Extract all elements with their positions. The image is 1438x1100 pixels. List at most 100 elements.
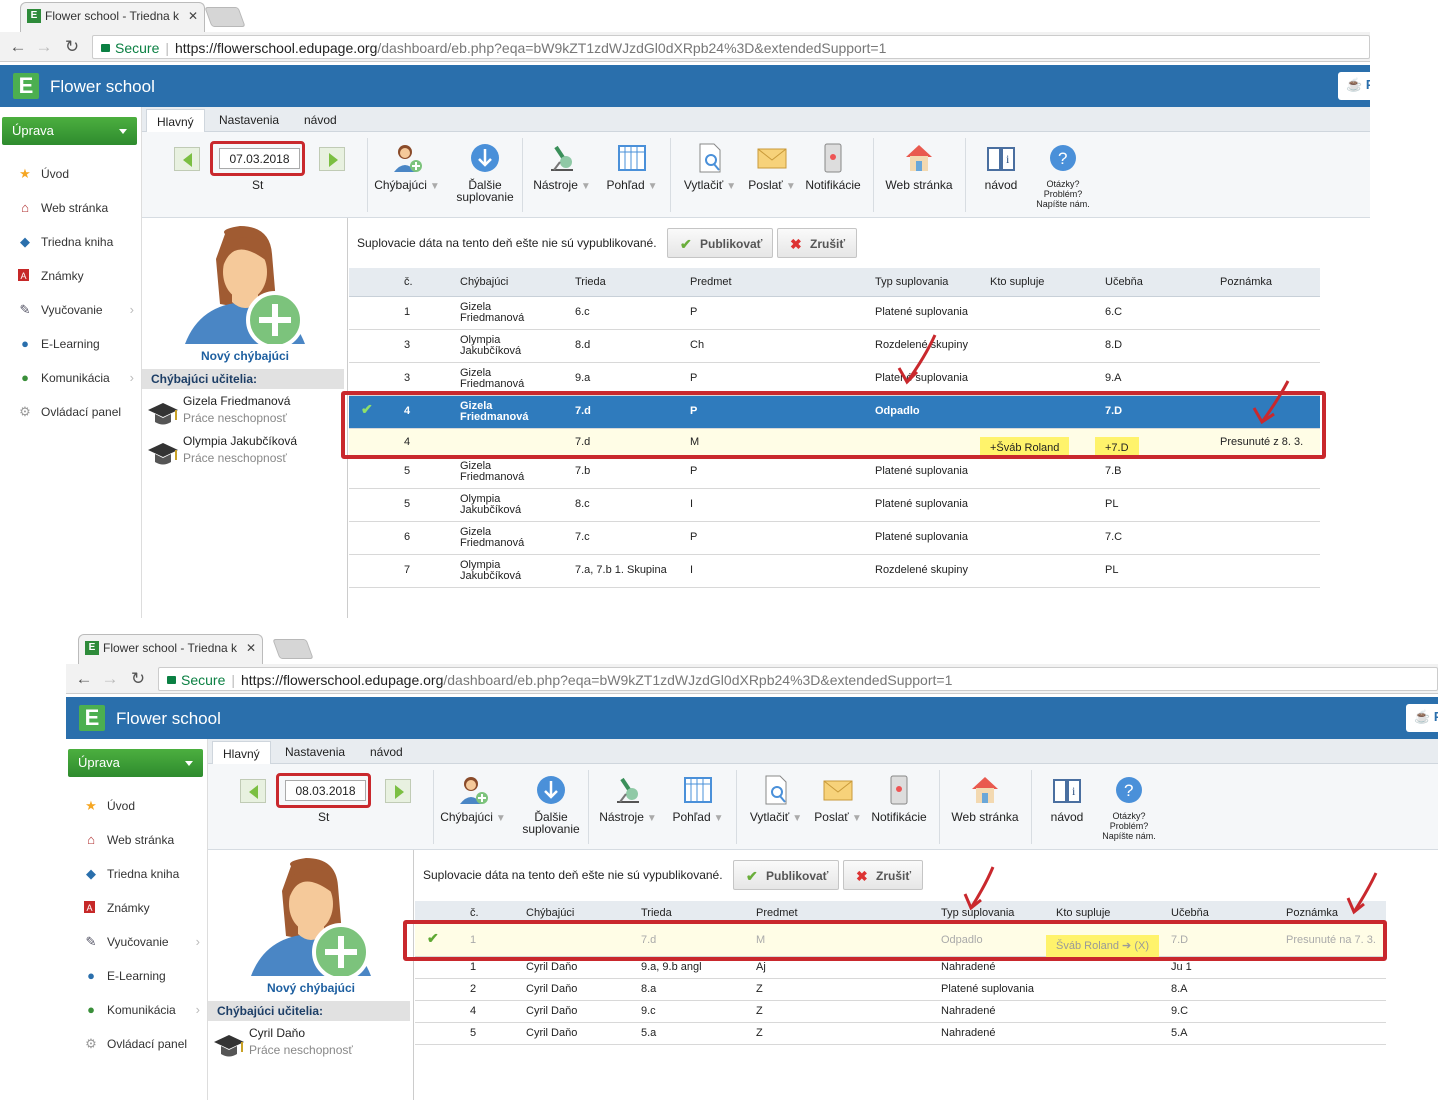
chevron-right-icon: › xyxy=(195,934,200,949)
notifications-tool[interactable]: Notifikácie xyxy=(864,774,934,823)
cancel-button[interactable]: ✖ Zrušiť xyxy=(777,228,857,258)
help-tool[interactable]: ? Otázky? Problém? Napíšte nám. xyxy=(1094,774,1164,841)
new-tab-button[interactable] xyxy=(204,7,246,27)
absent-last-name: Friedmanová xyxy=(460,312,525,324)
table-row[interactable]: 3 Olympia Jakubčíková 8.d Ch Rozdelené skupin… xyxy=(349,330,1320,363)
close-tab-icon[interactable]: ✕ xyxy=(188,9,198,23)
next-substitution-tool[interactable]: Ďalšie suplovanie xyxy=(450,142,520,203)
edupage-logo-icon[interactable]: E xyxy=(13,73,39,99)
browser-tab[interactable]: E Flower school - Triedna k ✕ xyxy=(78,634,263,664)
web-page-tool[interactable]: Web stránka xyxy=(948,774,1022,823)
top-right-button[interactable]: ☕ P xyxy=(1338,72,1370,100)
tab-nastavenia[interactable]: Nastavenia xyxy=(285,745,345,759)
publish-button[interactable]: ✔ Publikovať xyxy=(667,228,773,258)
cup-icon: ☕ xyxy=(1346,77,1366,92)
sidebar-item-vyucovanie[interactable]: ✎ Vyučovanie › xyxy=(66,925,208,959)
forward-icon[interactable]: → xyxy=(100,669,120,689)
next-substitution-tool[interactable]: Ďalšie suplovanie xyxy=(516,774,586,835)
sidebar-item-komunikacia[interactable]: ● Komunikácia › xyxy=(0,361,142,395)
guide-tool[interactable]: i návod xyxy=(966,142,1036,191)
browser-tab[interactable]: E Flower school - Triedna k ✕ xyxy=(20,2,205,32)
edit-dropdown-button[interactable]: Úprava xyxy=(2,117,137,145)
sidebar-item-triedna-kniha[interactable]: ◆ Triedna kniha xyxy=(66,857,208,891)
tab-navod[interactable]: návod xyxy=(370,745,403,759)
table-row[interactable]: 2 Cyril Daňo 8.a Z Platené suplovania 8.A xyxy=(415,979,1386,1001)
book-icon: ◆ xyxy=(20,234,30,249)
sidebar-item-web[interactable]: ⌂ Web stránka xyxy=(66,823,208,857)
info-book-icon: i xyxy=(1051,774,1083,806)
dropdown-arrow-icon: ▼ xyxy=(851,813,862,824)
sidebar-item-web[interactable]: ⌂ Web stránka xyxy=(0,191,142,225)
edupage-logo-icon[interactable]: E xyxy=(79,705,105,731)
person-add-icon xyxy=(457,774,489,806)
new-absent-avatar-icon[interactable] xyxy=(246,856,376,981)
edit-button-label: Úprava xyxy=(78,755,120,770)
help-tool[interactable]: ? Otázky? Problém? Napíšte nám. xyxy=(1028,142,1098,209)
absent-teacher-item[interactable]: Gizela Friedmanová Práce neschopnosť xyxy=(146,394,346,434)
previous-day-button[interactable] xyxy=(174,147,200,171)
back-icon[interactable]: ← xyxy=(74,669,94,689)
sidebar-item-vyucovanie[interactable]: ✎ Vyučovanie › xyxy=(0,293,142,327)
table-row[interactable]: 4 Cyril Daňo 9.c Z Nahradené 9.C xyxy=(415,1001,1386,1023)
reload-icon[interactable]: ↻ xyxy=(62,37,82,57)
new-absent-link[interactable]: Nový chýbajúci xyxy=(142,349,348,363)
sidebar-item-znamky[interactable]: A Známky xyxy=(66,891,208,925)
top-right-button[interactable]: ☕ P xyxy=(1406,704,1438,732)
sidebar-item-elearning[interactable]: ● E-Learning xyxy=(66,959,208,993)
table-row[interactable]: 1 Gizela Friedmanová 6.c P Platené suplovania… xyxy=(349,297,1320,330)
next-day-button[interactable] xyxy=(385,779,411,803)
back-icon[interactable]: ← xyxy=(8,37,28,57)
next-day-button[interactable] xyxy=(319,147,345,171)
print-tool[interactable]: Vytlačiť ▼ xyxy=(741,774,811,825)
sidebar-item-triedna-kniha[interactable]: ◆ Triedna kniha xyxy=(0,225,142,259)
guide-tool[interactable]: i návod xyxy=(1032,774,1102,823)
web-page-tool[interactable]: Web stránka xyxy=(882,142,956,191)
graduation-cap-icon xyxy=(148,443,178,465)
col-header: Poznámka xyxy=(1220,276,1272,288)
url-input[interactable]: Secure | https://flowerschool.edupage.org/… xyxy=(158,667,1438,691)
table-row[interactable]: 7 Olympia Jakubčíková 7.a, 7.b 1. Skupina I R… xyxy=(349,555,1320,588)
view-tool[interactable]: Pohľad ▼ xyxy=(597,142,667,193)
cell-subj: P xyxy=(690,531,698,543)
cancel-button[interactable]: ✖ Zrušiť xyxy=(843,860,923,890)
absent-tool[interactable]: Chýbajúci ▼ xyxy=(372,142,442,193)
table-row[interactable]: 5 Gizela Friedmanová 7.b P Platené suplovania… xyxy=(349,456,1320,489)
view-tool[interactable]: Pohľad ▼ xyxy=(663,774,733,825)
table-row[interactable]: 5 Olympia Jakubčíková 8.c I Platené suplovani… xyxy=(349,489,1320,522)
sidebar-item-elearning[interactable]: ● E-Learning xyxy=(0,327,142,361)
tab-hlavny[interactable]: Hlavný xyxy=(146,109,205,133)
edit-dropdown-button[interactable]: Úprava xyxy=(68,749,203,777)
close-tab-icon[interactable]: ✕ xyxy=(246,641,256,655)
absent-tool[interactable]: Chýbajúci ▼ xyxy=(438,774,508,825)
cell-n: 1 xyxy=(470,961,477,973)
new-tab-button[interactable] xyxy=(272,639,314,659)
reload-icon[interactable]: ↻ xyxy=(128,669,148,689)
forward-icon[interactable]: → xyxy=(34,37,54,57)
publish-button[interactable]: ✔ Publikovať xyxy=(733,860,839,890)
sidebar-item-ovladaci-panel[interactable]: ⚙ Ovládací panel xyxy=(66,1027,208,1061)
sidebar-item-uvod[interactable]: ★ Úvod xyxy=(66,789,208,823)
notifications-tool[interactable]: Notifikácie xyxy=(798,142,868,191)
absent-teacher-item[interactable]: Cyril Daňo Práce neschopnosť xyxy=(212,1026,412,1066)
sidebar-item-znamky[interactable]: A Známky xyxy=(0,259,142,293)
sidebar-item-komunikacia[interactable]: ● Komunikácia › xyxy=(66,993,208,1027)
tab-hlavny[interactable]: Hlavný xyxy=(212,741,271,765)
cell-room: 9.C xyxy=(1171,1005,1189,1017)
url-input[interactable]: Secure | https://flowerschool.edupage.org/… xyxy=(92,35,1370,59)
tab-navod[interactable]: návod xyxy=(304,113,337,127)
sidebar-item-uvod[interactable]: ★ Úvod xyxy=(0,157,142,191)
table-row[interactable]: 5 Cyril Daňo 5.a Z Nahradené 5.A xyxy=(415,1023,1386,1045)
tools-tool[interactable]: Nástroje ▼ xyxy=(527,142,597,193)
tools-tool[interactable]: Nástroje ▼ xyxy=(593,774,663,825)
send-tool[interactable]: Poslať ▼ xyxy=(737,142,807,193)
print-tool[interactable]: Vytlačiť ▼ xyxy=(675,142,745,193)
new-absent-avatar-icon[interactable] xyxy=(180,224,310,349)
tab-nastavenia[interactable]: Nastavenia xyxy=(219,113,279,127)
sidebar: Úprava ★ Úvod ⌂ Web stránka ◆ Triedna kniha… xyxy=(0,107,142,618)
previous-day-button[interactable] xyxy=(240,779,266,803)
send-tool[interactable]: Poslať ▼ xyxy=(803,774,873,825)
new-absent-link[interactable]: Nový chýbajúci xyxy=(208,981,414,995)
sidebar-item-ovladaci-panel[interactable]: ⚙ Ovládací panel xyxy=(0,395,142,429)
table-row[interactable]: 6 Gizela Friedmanová 7.c P Platené suplovania… xyxy=(349,522,1320,555)
absent-teacher-item[interactable]: Olympia Jakubčíková Práce neschopnosť xyxy=(146,434,346,474)
